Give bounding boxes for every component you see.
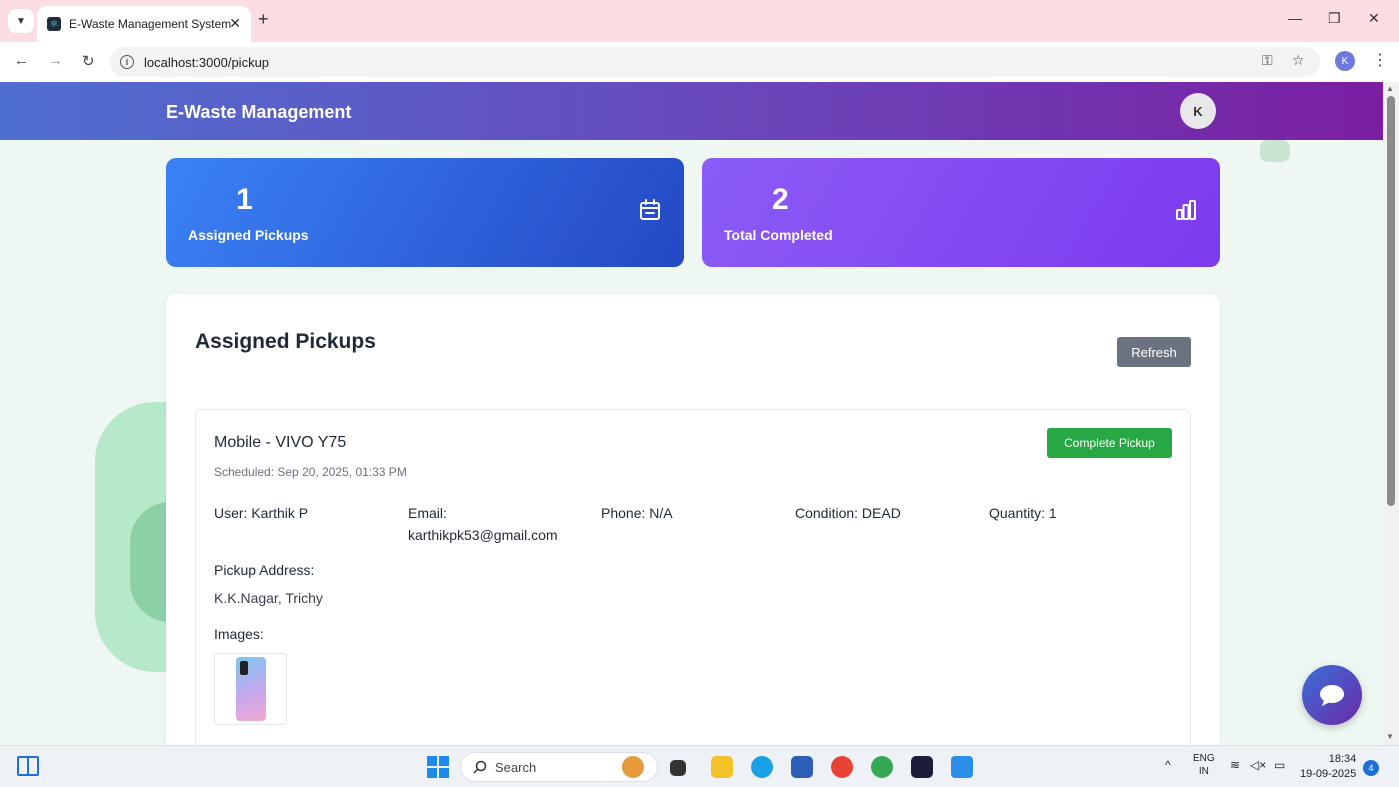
pickup-condition: Condition: DEAD bbox=[795, 505, 901, 521]
url-text: localhost:3000/pickup bbox=[144, 54, 270, 70]
stat-label: Assigned Pickups bbox=[188, 227, 309, 243]
edge-browser-icon[interactable] bbox=[751, 756, 773, 778]
complete-pickup-button[interactable]: Complete Pickup bbox=[1047, 428, 1172, 458]
taskbar-clock[interactable]: 18:34 19-09-2025 bbox=[1300, 752, 1356, 782]
page-scrollbar[interactable]: ▲ ▼ bbox=[1383, 82, 1399, 745]
chrome-icon[interactable] bbox=[831, 756, 853, 778]
pickup-image-thumbnail[interactable] bbox=[214, 653, 287, 725]
new-tab-button[interactable]: + bbox=[258, 9, 269, 30]
phone-photo bbox=[235, 657, 266, 721]
language-indicator[interactable]: ENG IN bbox=[1193, 752, 1215, 778]
microsoft-store-icon[interactable] bbox=[791, 756, 813, 778]
user-avatar[interactable]: K bbox=[1180, 93, 1216, 129]
password-key-icon[interactable]: ⚿ bbox=[1262, 52, 1273, 69]
reload-icon[interactable]: ↻ bbox=[82, 52, 95, 70]
game-app-icon[interactable] bbox=[622, 756, 644, 778]
restore-icon[interactable]: ❐ bbox=[1328, 10, 1341, 27]
pickup-user: User: Karthik P bbox=[214, 505, 309, 521]
pickup-item-title: Mobile - VIVO Y75 bbox=[214, 434, 347, 451]
react-favicon-icon: ⚛ bbox=[47, 17, 61, 31]
brand-title[interactable]: E-Waste Management bbox=[166, 102, 351, 123]
browser-toolbar: ← → ↻ i localhost:3000/pickup ⚿ ☆ bbox=[0, 42, 1399, 82]
tab-title: E-Waste Management System bbox=[69, 17, 232, 31]
wifi-icon[interactable]: ≋ bbox=[1230, 758, 1240, 772]
scroll-thumb[interactable] bbox=[1387, 96, 1395, 506]
tab-search-dropdown[interactable]: ▼ bbox=[8, 9, 34, 33]
chat-bubble-icon bbox=[1320, 685, 1344, 706]
pickup-email: Email: karthikpk53@gmail.com bbox=[408, 502, 588, 546]
browser-tab-bar: ▼ ⚛ E-Waste Management System ✕ + — ❐ ✕ bbox=[0, 0, 1399, 42]
stat-value: 2 bbox=[772, 183, 789, 216]
assigned-pickups-panel: Assigned Pickups Refresh Mobile - VIVO Y… bbox=[166, 294, 1220, 745]
pickup-quantity: Quantity: 1 bbox=[989, 505, 1057, 521]
pickup-scheduled-time: Scheduled: Sep 20, 2025, 01:33 PM bbox=[214, 465, 407, 479]
address-bar[interactable]: i localhost:3000/pickup bbox=[110, 47, 1320, 77]
stat-value: 1 bbox=[236, 183, 253, 216]
stat-card-completed: 2 Total Completed bbox=[702, 158, 1220, 267]
volume-muted-icon[interactable]: ◁× bbox=[1250, 758, 1266, 772]
widgets-icon[interactable] bbox=[17, 756, 39, 776]
browser-menu-icon[interactable]: ⋮ bbox=[1372, 50, 1388, 70]
back-icon[interactable]: ← bbox=[14, 52, 29, 69]
battery-icon[interactable]: ▭ bbox=[1274, 758, 1285, 772]
pickup-images-label: Images: bbox=[214, 626, 264, 642]
scroll-down-icon[interactable]: ▼ bbox=[1386, 732, 1394, 741]
windows-start-icon[interactable] bbox=[427, 756, 449, 778]
pickup-card: Mobile - VIVO Y75 Scheduled: Sep 20, 202… bbox=[195, 409, 1191, 745]
pickup-address-value: K.K.Nagar, Trichy bbox=[214, 590, 323, 606]
email-value: karthikpk53@gmail.com bbox=[408, 527, 558, 543]
bar-chart-icon bbox=[1176, 200, 1196, 220]
forward-icon[interactable]: → bbox=[48, 52, 63, 69]
chrome-profile-icon[interactable] bbox=[871, 756, 893, 778]
browser-tab[interactable]: ⚛ E-Waste Management System ✕ bbox=[37, 6, 251, 42]
tab-close-icon[interactable]: ✕ bbox=[229, 15, 241, 32]
vscode-icon[interactable] bbox=[951, 756, 973, 778]
background-decoration bbox=[1260, 140, 1290, 162]
region-code: IN bbox=[1198, 766, 1209, 777]
stat-card-assigned: 1 Assigned Pickups bbox=[166, 158, 684, 267]
scroll-up-icon[interactable]: ▲ bbox=[1386, 84, 1394, 93]
pickup-address-label: Pickup Address: bbox=[214, 562, 315, 578]
stat-label: Total Completed bbox=[724, 227, 833, 243]
show-hidden-icons-icon[interactable]: ^ bbox=[1165, 758, 1171, 772]
calendar-icon bbox=[640, 199, 660, 220]
email-label: Email: bbox=[408, 505, 447, 521]
close-window-icon[interactable]: ✕ bbox=[1368, 10, 1380, 27]
panel-title: Assigned Pickups bbox=[195, 330, 376, 353]
minimize-icon[interactable]: — bbox=[1288, 10, 1302, 26]
windows-taskbar: Search ^ ENG IN ≋ ◁× ▭ 18:34 19-09-2025 … bbox=[0, 745, 1399, 787]
refresh-button[interactable]: Refresh bbox=[1117, 337, 1191, 367]
clock-date: 19-09-2025 bbox=[1300, 768, 1357, 780]
pickup-phone: Phone: N/A bbox=[601, 505, 673, 521]
notification-badge[interactable]: 4 bbox=[1363, 760, 1379, 776]
task-view-icon[interactable] bbox=[670, 760, 686, 776]
file-explorer-icon[interactable] bbox=[711, 756, 733, 778]
browser-profile-avatar[interactable]: K bbox=[1335, 51, 1355, 71]
bookmark-star-icon[interactable]: ☆ bbox=[1292, 52, 1305, 69]
language-code: ENG bbox=[1193, 753, 1215, 764]
site-info-icon[interactable]: i bbox=[120, 55, 134, 69]
search-label: Search bbox=[495, 759, 537, 775]
jetbrains-icon[interactable] bbox=[911, 756, 933, 778]
phone-camera bbox=[239, 661, 248, 675]
search-icon bbox=[473, 760, 487, 774]
page-viewport: E-Waste Management K 1 Assigned Pickups … bbox=[0, 82, 1383, 745]
app-header: E-Waste Management K bbox=[0, 82, 1383, 140]
clock-time: 18:34 bbox=[1328, 753, 1357, 765]
chat-button[interactable] bbox=[1302, 665, 1362, 725]
